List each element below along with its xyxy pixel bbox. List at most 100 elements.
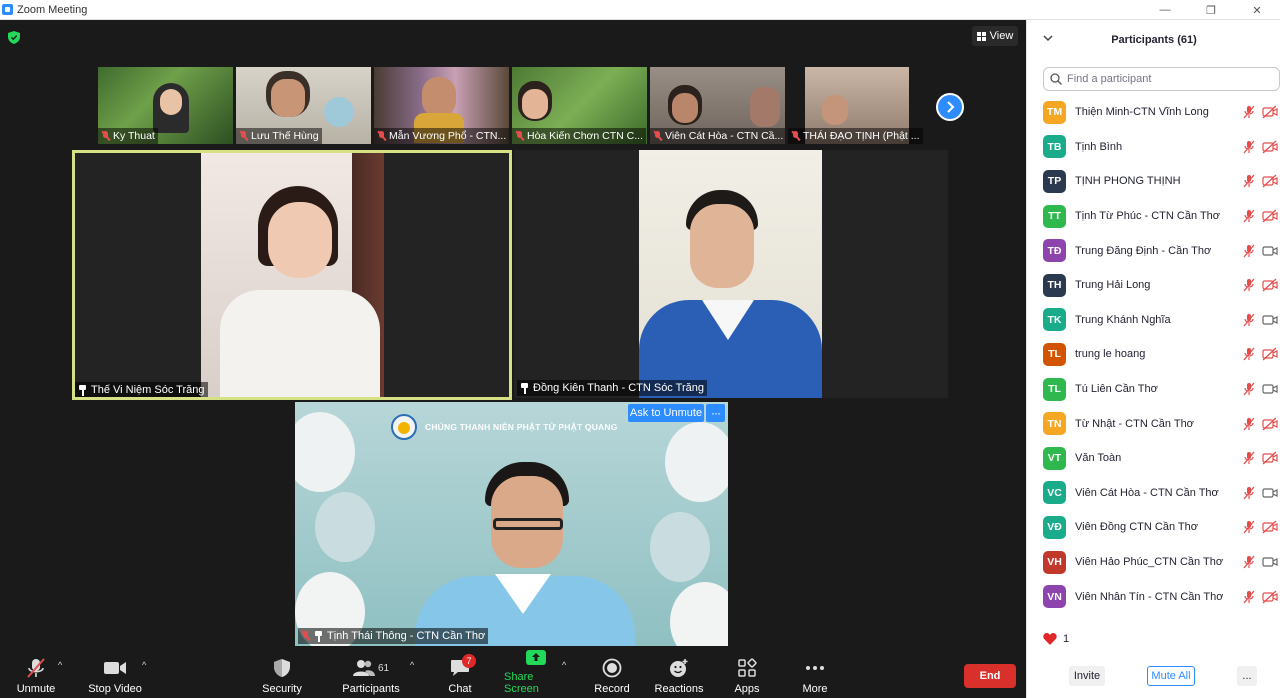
thumbnail-video[interactable]: Lưu Thế Hùng [236, 67, 371, 144]
video-off-icon[interactable] [1262, 278, 1278, 292]
participant-row[interactable]: TĐ Trung Đăng Định - Cần Thơ [1027, 233, 1280, 268]
avatar: TH [1043, 273, 1066, 297]
participant-row[interactable]: TM Thiện Minh-CTN Vĩnh Long [1027, 95, 1280, 130]
participant-name: Hòa Kiến Chơn CTN C... [527, 130, 644, 142]
mic-muted-icon[interactable] [1242, 347, 1256, 361]
video-off-icon[interactable] [1262, 451, 1278, 465]
heart-icon [1043, 633, 1057, 645]
participant-row[interactable]: TK Trung Khánh Nghĩa [1027, 303, 1280, 338]
video-camera-icon[interactable] [1262, 313, 1278, 327]
participant-list: TM Thiện Minh-CTN Vĩnh Long TB Tịnh Bình TP T… [1027, 95, 1280, 617]
video-off-icon[interactable] [1262, 209, 1278, 223]
mic-muted-icon[interactable] [1242, 209, 1256, 223]
participant-row[interactable]: VĐ Viên Đồng CTN Cần Thơ [1027, 510, 1280, 545]
more-dots-icon [803, 657, 827, 679]
video-off-icon[interactable] [1262, 417, 1278, 431]
mic-muted-icon[interactable] [1242, 486, 1256, 500]
chevron-up-icon[interactable]: ^ [142, 660, 152, 670]
view-button[interactable]: View [972, 26, 1018, 46]
avatar: VC [1043, 481, 1066, 505]
chat-button[interactable]: 7 Chat [440, 652, 480, 698]
participant-row[interactable]: TN Từ Nhật - CTN Cần Thơ [1027, 406, 1280, 441]
unmute-label: Unmute [16, 683, 56, 695]
thumbnail-video[interactable]: Hòa Kiến Chơn CTN C... [512, 67, 647, 144]
shield-icon[interactable] [8, 31, 20, 44]
share-screen-button[interactable]: Share Screen [504, 650, 568, 698]
mic-muted-icon[interactable] [1242, 417, 1256, 431]
participants-button[interactable]: 61 Participants [340, 652, 402, 698]
close-icon[interactable]: ✕ [1234, 0, 1280, 20]
mic-muted-icon[interactable] [1242, 278, 1256, 292]
video-off-icon[interactable] [1262, 174, 1278, 188]
chevron-up-icon[interactable]: ^ [410, 660, 420, 670]
participant-row[interactable]: TL Tú Liên Cần Thơ [1027, 372, 1280, 407]
tile-more-options-button[interactable]: ··· [706, 404, 725, 422]
video-off-icon[interactable] [1262, 590, 1278, 604]
participant-row[interactable]: VC Viên Cát Hòa - CTN Cần Thơ [1027, 476, 1280, 511]
video-camera-icon[interactable] [1262, 244, 1278, 258]
chat-badge: 7 [462, 654, 476, 668]
shield-icon [270, 657, 294, 679]
restore-icon[interactable]: ❐ [1188, 0, 1234, 20]
avatar: VT [1043, 446, 1066, 470]
thumbnail-video[interactable]: Mẫn Vương Phổ - CTN... [374, 67, 509, 144]
participant-video-tile[interactable]: Đồng Kiên Thanh - CTN Sóc Trăng [514, 150, 948, 398]
participant-row[interactable]: TL trung le hoang [1027, 337, 1280, 372]
mic-muted-icon[interactable] [1242, 174, 1256, 188]
chevron-down-icon[interactable] [1043, 33, 1053, 43]
share-screen-label: Share Screen [504, 671, 539, 695]
mic-muted-icon[interactable] [1242, 520, 1256, 534]
stop-video-button[interactable]: Stop Video [86, 652, 144, 698]
reactions-button[interactable]: Reactions [654, 652, 704, 698]
participant-name: Viên Nhân Tín - CTN Cần Thơ [1075, 590, 1224, 603]
participant-row[interactable]: TB Tịnh Bình [1027, 130, 1280, 165]
thumbnail-video[interactable]: THÁI ĐẠO TỊNH (Phật ... [788, 67, 923, 144]
mic-muted-icon[interactable] [1242, 140, 1256, 154]
speaker-video-tile[interactable]: Thế Vi Niệm Sóc Trăng [72, 150, 512, 400]
participant-row[interactable]: VT Văn Toàn [1027, 441, 1280, 476]
invite-button[interactable]: Invite [1069, 666, 1105, 686]
security-button[interactable]: Security [260, 652, 304, 698]
next-page-button[interactable] [936, 93, 964, 121]
mic-muted-icon[interactable] [1242, 313, 1256, 327]
mute-all-button[interactable]: Mute All [1147, 666, 1195, 686]
participant-search[interactable] [1043, 67, 1280, 91]
video-camera-icon[interactable] [1262, 486, 1278, 500]
unmute-button[interactable]: Unmute [14, 652, 58, 698]
participants-panel: Participants (61) TM Thiện Minh-CTN Vĩnh … [1026, 20, 1280, 698]
panel-more-button[interactable]: ... [1237, 666, 1257, 686]
more-button[interactable]: More [796, 652, 834, 698]
participant-row[interactable]: TP TỊNH PHONG THỊNH [1027, 164, 1280, 199]
mic-muted-icon[interactable] [1242, 105, 1256, 119]
video-camera-icon[interactable] [1262, 555, 1278, 569]
avatar: TL [1043, 342, 1066, 366]
participant-video-tile[interactable]: CHÚNG THANH NIÊN PHẬT TỬ PHẬT QUANG Tịnh… [295, 402, 728, 646]
participant-row[interactable]: TT Tịnh Từ Phúc - CTN Cần Thơ [1027, 199, 1280, 234]
participant-name: TỊNH PHONG THỊNH [1075, 175, 1181, 188]
mic-muted-icon[interactable] [1242, 244, 1256, 258]
search-input[interactable] [1067, 73, 1267, 85]
participant-row[interactable]: VN Viên Nhân Tín - CTN Cần Thơ [1027, 579, 1280, 614]
video-off-icon[interactable] [1262, 347, 1278, 361]
mic-muted-icon[interactable] [1242, 451, 1256, 465]
apps-button[interactable]: Apps [728, 652, 766, 698]
video-off-icon[interactable] [1262, 520, 1278, 534]
minimize-icon[interactable]: — [1142, 0, 1188, 20]
thumbnail-namebar: Mẫn Vương Phổ - CTN... [374, 128, 509, 144]
video-camera-icon[interactable] [1262, 382, 1278, 396]
record-button[interactable]: Record [592, 652, 632, 698]
participant-row[interactable]: VH Viên Hảo Phúc_CTN Cần Thơ [1027, 545, 1280, 580]
thumbnail-video[interactable]: Ky Thuat [98, 67, 233, 144]
participant-row[interactable]: TH Trung Hải Long [1027, 268, 1280, 303]
thumbnail-video[interactable]: Viên Cát Hòa - CTN Cầ... [650, 67, 785, 144]
avatar: TP [1043, 169, 1066, 193]
video-off-icon[interactable] [1262, 140, 1278, 154]
chevron-up-icon[interactable]: ^ [562, 660, 572, 670]
ask-to-unmute-button[interactable]: Ask to Unmute [628, 404, 704, 422]
mic-muted-icon[interactable] [1242, 555, 1256, 569]
chevron-up-icon[interactable]: ^ [58, 660, 68, 670]
mic-muted-icon[interactable] [1242, 382, 1256, 396]
end-meeting-button[interactable]: End [964, 664, 1016, 688]
video-off-icon[interactable] [1262, 105, 1278, 119]
mic-muted-icon[interactable] [1242, 590, 1256, 604]
